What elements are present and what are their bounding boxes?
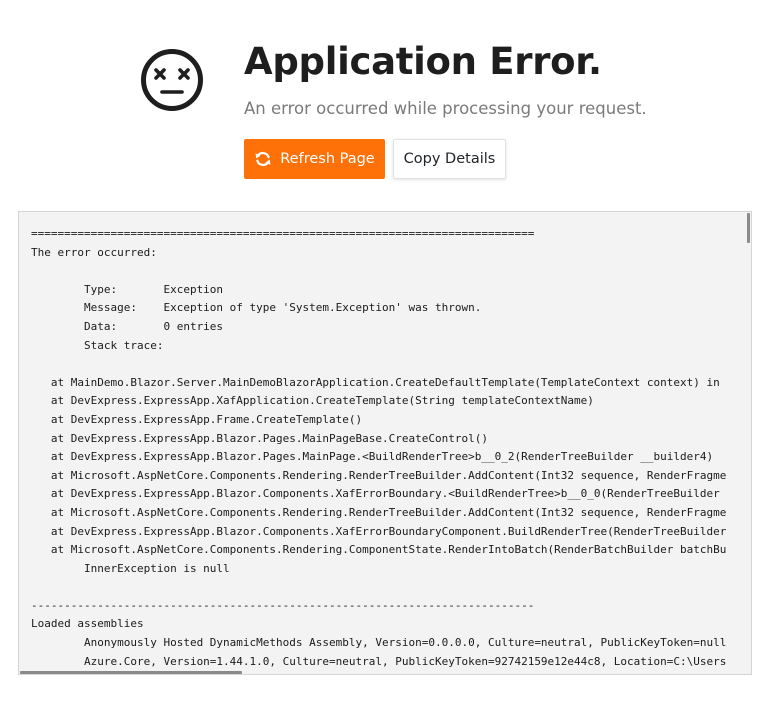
details-line: Message: Exception of type 'System.Excep…	[31, 301, 482, 315]
details-line: Type: Exception	[31, 282, 224, 296]
details-line: at MainDemo.Blazor.Server.MainDemoBlazor…	[31, 375, 720, 389]
details-line: The error occurred:	[31, 245, 157, 259]
refresh-page-label: Refresh Page	[280, 151, 375, 167]
details-line: ----------------------------------------…	[31, 598, 535, 612]
details-line: Azure.Core, Version=1.44.1.0, Culture=ne…	[31, 654, 727, 668]
refresh-icon	[255, 151, 271, 167]
horizontal-scrollbar[interactable]	[20, 671, 242, 674]
page-subtitle: An error occurred while processing your …	[244, 99, 647, 118]
details-line: at DevExpress.ExpressApp.Blazor.Pages.Ma…	[31, 431, 488, 445]
error-header: Application Error. An error occurred whi…	[0, 0, 770, 200]
details-line: Stack trace:	[31, 338, 164, 352]
details-line: Loaded assemblies	[31, 617, 144, 631]
details-line: ========================================…	[31, 227, 535, 240]
details-line: at Microsoft.AspNetCore.Components.Rende…	[31, 468, 727, 482]
details-line: at DevExpress.ExpressApp.Blazor.Componen…	[31, 524, 727, 538]
vertical-scrollbar[interactable]	[747, 213, 750, 243]
details-line: InnerException is null	[31, 561, 230, 575]
page-title: Application Error.	[244, 40, 602, 83]
details-line: at Microsoft.AspNetCore.Components.Rende…	[31, 505, 727, 519]
details-line: at DevExpress.ExpressApp.XafApplication.…	[31, 394, 594, 408]
error-details-text: ========================================…	[31, 225, 726, 671]
details-line: at DevExpress.ExpressApp.Frame.CreateTem…	[31, 412, 363, 426]
dizzy-face-icon	[141, 49, 203, 111]
details-line: at DevExpress.ExpressApp.Blazor.Componen…	[31, 487, 720, 501]
copy-details-button[interactable]: Copy Details	[393, 139, 506, 179]
refresh-page-button[interactable]: Refresh Page	[244, 139, 385, 179]
details-line: at Microsoft.AspNetCore.Components.Rende…	[31, 543, 727, 557]
copy-details-label: Copy Details	[403, 151, 496, 167]
details-line: at DevExpress.ExpressApp.Blazor.Pages.Ma…	[31, 450, 714, 464]
error-details-panel[interactable]: ========================================…	[18, 211, 752, 675]
details-line: Data: 0 entries	[31, 319, 224, 333]
details-line: Anonymously Hosted DynamicMethods Assemb…	[31, 636, 727, 650]
